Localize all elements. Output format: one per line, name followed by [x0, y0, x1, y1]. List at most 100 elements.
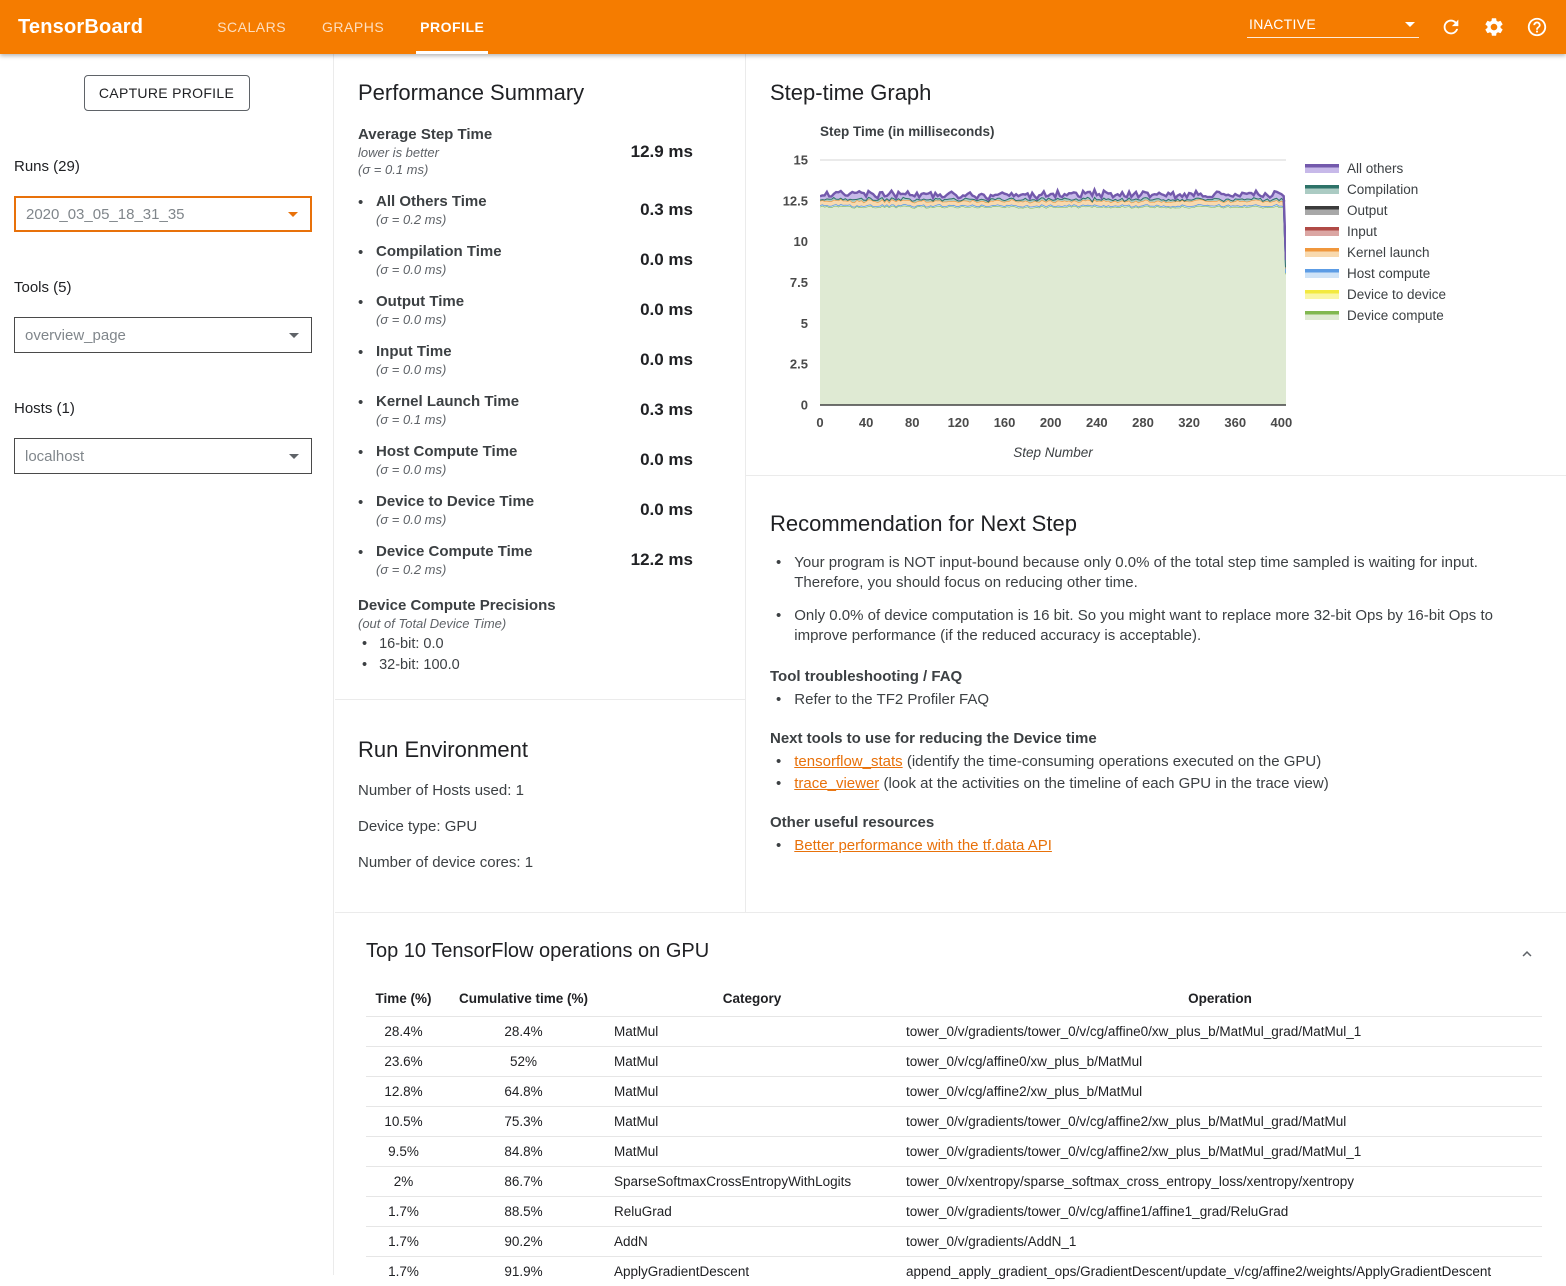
metric-sigma: (σ = 0.0 ms)	[376, 362, 452, 377]
table-row[interactable]: 12.8%64.8%MatMultower_0/v/cg/affine2/xw_…	[366, 1077, 1542, 1107]
area-device-compute	[820, 206, 1286, 405]
y-tick-label: 12.5	[783, 193, 808, 208]
capture-profile-button[interactable]: CAPTURE PROFILE	[84, 75, 250, 111]
legend-line	[1305, 227, 1339, 231]
chevron-up-icon[interactable]	[1518, 945, 1536, 963]
x-tick-label: 0	[816, 415, 823, 430]
cell: MatMul	[606, 1137, 898, 1167]
hosts-select[interactable]: localhost	[14, 438, 312, 474]
item-text: tensorflow_stats (identify the time-cons…	[794, 753, 1321, 770]
x-tick-label: 360	[1224, 415, 1246, 430]
table-row[interactable]: 28.4%28.4%MatMultower_0/v/gradients/towe…	[366, 1017, 1542, 1047]
legend-label: Kernel launch	[1347, 245, 1430, 260]
hosts-label: Hosts (1)	[14, 400, 333, 417]
table-row[interactable]: 10.5%75.3%MatMultower_0/v/gradients/towe…	[366, 1107, 1542, 1137]
divider	[746, 475, 1566, 476]
settings-gear-icon[interactable]	[1483, 16, 1505, 38]
x-tick-label: 40	[859, 415, 873, 430]
recommendation-item: • Better performance with the tf.data API	[770, 837, 1566, 854]
metric-label: Device to Device Time	[376, 493, 534, 510]
cell: MatMul	[606, 1107, 898, 1137]
bullet: •	[776, 606, 781, 646]
status-dropdown-value: INACTIVE	[1249, 16, 1316, 32]
legend-label: Input	[1347, 224, 1377, 239]
table-row[interactable]: 1.7%88.5%ReluGradtower_0/v/gradients/tow…	[366, 1197, 1542, 1227]
topbar-actions: INACTIVE	[1247, 16, 1548, 38]
run-environment-lines: Number of Hosts used: 1Device type: GPUN…	[358, 782, 721, 871]
bullet: •	[358, 393, 376, 427]
recommendation-item: •Refer to the TF2 Profiler FAQ	[770, 691, 1566, 708]
table-row[interactable]: 1.7%91.9%ApplyGradientDescentappend_appl…	[366, 1257, 1542, 1286]
metric-label: Output Time	[376, 293, 464, 310]
cell: tower_0/v/cg/affine0/xw_plus_b/MatMul	[898, 1047, 1542, 1077]
recommendation-sublist: • tensorflow_stats (identify the time-con…	[770, 753, 1566, 792]
nav-tab-scalars[interactable]: SCALARS	[213, 0, 290, 54]
column-header: Category	[606, 985, 898, 1017]
item-text: trace_viewer (look at the activities on …	[794, 775, 1328, 792]
tool-link[interactable]: trace_viewer	[794, 775, 879, 792]
nav-tab-profile[interactable]: PROFILE	[416, 0, 488, 54]
chevron-down-icon	[289, 333, 299, 338]
table-row[interactable]: 23.6%52%MatMultower_0/v/cg/affine0/xw_pl…	[366, 1047, 1542, 1077]
bullet-text: Your program is NOT input-bound because …	[794, 553, 1528, 593]
bullet: •	[776, 837, 781, 854]
metric-row: •All Others Time(σ = 0.2 ms)0.3 ms	[358, 193, 721, 227]
tools-select[interactable]: overview_page	[14, 317, 312, 353]
metric-sigma: (σ = 0.0 ms)	[376, 262, 502, 277]
bullet: •	[358, 243, 376, 277]
nav-tab-graphs[interactable]: GRAPHS	[318, 0, 388, 54]
x-tick-label: 400	[1271, 415, 1293, 430]
cell: 23.6%	[366, 1047, 441, 1077]
table-row[interactable]: 1.7%90.2%AddNtower_0/v/gradients/AddN_1	[366, 1227, 1542, 1257]
divider	[335, 699, 745, 700]
cell: tower_0/v/cg/affine2/xw_plus_b/MatMul	[898, 1077, 1542, 1107]
main-content: Performance Summary Average Step Time lo…	[335, 54, 1566, 1275]
top-ops-table: Time (%)Cumulative time (%)CategoryOpera…	[366, 985, 1542, 1286]
step-time-breakdown-list: •All Others Time(σ = 0.2 ms)0.3 ms•Compi…	[358, 193, 721, 577]
precisions-heading: Device Compute Precisions	[358, 597, 721, 614]
y-tick-label: 7.5	[790, 275, 808, 290]
average-step-time-sigma: (σ = 0.1 ms)	[358, 162, 492, 177]
bullet: •	[776, 753, 781, 770]
step-time-chart: Step Time (in milliseconds)02.557.51012.…	[770, 118, 1566, 475]
metric-sigma: (σ = 0.0 ms)	[376, 462, 517, 477]
tool-link[interactable]: Better performance with the tf.data API	[794, 837, 1052, 854]
x-tick-label: 200	[1040, 415, 1062, 430]
column-header: Operation	[898, 985, 1542, 1017]
precision-item: 32-bit: 100.0	[358, 657, 721, 673]
runs-label: Runs (29)	[14, 158, 333, 175]
legend-line	[1305, 185, 1339, 189]
cell: MatMul	[606, 1077, 898, 1107]
metric-label: Host Compute Time	[376, 443, 517, 460]
runs-select-value: 2020_03_05_18_31_35	[26, 206, 185, 223]
table-row[interactable]: 9.5%84.8%MatMultower_0/v/gradients/tower…	[366, 1137, 1542, 1167]
cell: append_apply_gradient_ops/GradientDescen…	[898, 1257, 1542, 1286]
metric-label: Device Compute Time	[376, 543, 532, 560]
cell: tower_0/v/gradients/tower_0/v/cg/affine0…	[898, 1017, 1542, 1047]
metric-value: 0.3 ms	[640, 400, 721, 420]
recommendation-bullets: • Your program is NOT input-bound because…	[770, 553, 1528, 646]
x-tick-label: 280	[1132, 415, 1154, 430]
average-step-time: Average Step Time lower is better (σ = 0…	[358, 126, 721, 177]
table-row[interactable]: 2%86.7%SparseSoftmaxCrossEntropyWithLogi…	[366, 1167, 1542, 1197]
tool-link[interactable]: tensorflow_stats	[794, 753, 902, 770]
metric-value: 0.0 ms	[640, 350, 721, 370]
recommendation-bullet: •Only 0.0% of device computation is 16 b…	[770, 606, 1528, 646]
help-icon[interactable]	[1526, 16, 1548, 38]
recommendation-bullet: •Your program is NOT input-bound because…	[770, 553, 1528, 593]
bullet: •	[358, 493, 376, 527]
refresh-icon[interactable]	[1440, 16, 1462, 38]
item-text: Better performance with the tf.data API	[794, 837, 1052, 854]
recommendation-sublist: • Better performance with the tf.data API	[770, 837, 1566, 854]
metric-value: 0.3 ms	[640, 200, 721, 220]
performance-summary-panel: Performance Summary Average Step Time lo…	[335, 54, 746, 912]
cell: 2%	[366, 1167, 441, 1197]
bullet: •	[776, 691, 781, 708]
metric-value: 0.0 ms	[640, 250, 721, 270]
chevron-down-icon	[1405, 22, 1415, 27]
status-dropdown[interactable]: INACTIVE	[1247, 16, 1419, 38]
x-tick-label: 120	[948, 415, 970, 430]
runs-select[interactable]: 2020_03_05_18_31_35	[14, 196, 312, 232]
sidebar: CAPTURE PROFILE Runs (29) 2020_03_05_18_…	[0, 54, 334, 1275]
legend-label: Device to device	[1347, 287, 1446, 302]
